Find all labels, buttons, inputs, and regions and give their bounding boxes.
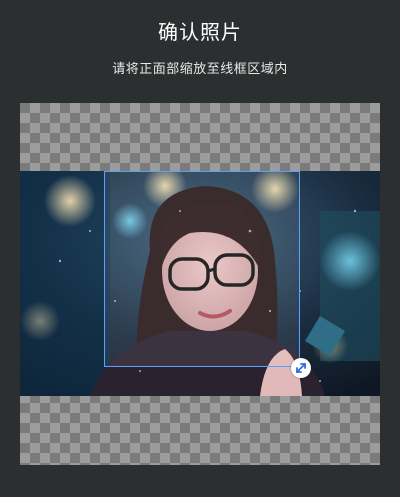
resize-diagonal-icon [295,362,307,374]
resize-handle[interactable] [291,358,311,378]
crop-screen: 确认照片 请将正面部缩放至线框区域内 [0,0,400,497]
crop-canvas[interactable] [20,103,380,465]
page-title: 确认照片 [158,20,242,44]
crop-frame[interactable] [104,171,300,367]
page-instruction: 请将正面部缩放至线框区域内 [112,62,288,77]
